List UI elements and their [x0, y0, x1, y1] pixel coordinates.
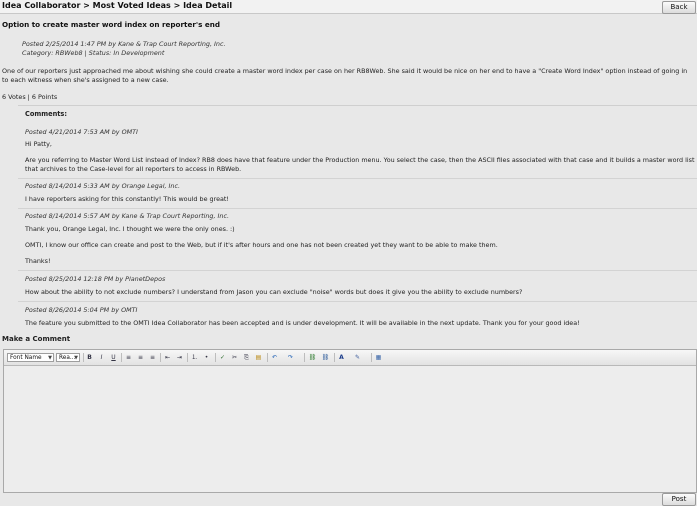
insert-image-icon[interactable]: ▦ [374, 353, 383, 362]
underline-icon[interactable]: U [109, 353, 118, 362]
make-comment-heading: Make a Comment [2, 335, 71, 343]
comments-heading: Comments: [25, 110, 67, 118]
comment-divider [18, 208, 697, 209]
align-left-icon[interactable]: ≡ [124, 353, 133, 362]
italic-icon[interactable]: I [97, 353, 106, 362]
comment-divider [18, 270, 697, 271]
cut-icon[interactable]: ✂ [230, 353, 239, 362]
idea-category-status: Category: RBWeb8 | Status: In Developmen… [22, 49, 165, 57]
toolbar-separator [304, 353, 305, 362]
comment-header: Posted 8/14/2014 5:33 AM by Orange Legal… [25, 182, 181, 190]
rich-text-editor: Font Name ▼ Rea... ▼ B I U ≡ ≡ ≡ ⇤ ⇥ ⒈ •… [3, 349, 697, 493]
redo-icon[interactable]: ↷ [286, 353, 295, 362]
font-size-value: Rea... [59, 355, 76, 361]
idea-title: Option to create master word index on re… [2, 20, 220, 29]
comment-divider [18, 178, 697, 179]
font-color-icon[interactable]: A [337, 353, 346, 362]
breadcrumb: Idea Collaborator > Most Voted Ideas > I… [2, 1, 233, 10]
align-right-icon[interactable]: ≡ [148, 353, 157, 362]
copy-icon[interactable]: ⎘ [242, 353, 251, 362]
bold-icon[interactable]: B [85, 353, 94, 362]
insert-link-icon[interactable]: ⛓ [308, 353, 317, 362]
comment-divider [18, 301, 697, 302]
outdent-icon[interactable]: ⇤ [163, 353, 172, 362]
post-button[interactable]: Post [662, 493, 696, 506]
comment-text: I have reporters asking for this constan… [25, 195, 229, 203]
font-name-value: Font Name [10, 355, 42, 361]
comment-text: OMTI, I know our office can create and p… [25, 241, 498, 249]
toolbar-separator [121, 353, 122, 362]
spellcheck-icon[interactable]: ✓ [218, 353, 227, 362]
undo-icon[interactable]: ↶ [270, 353, 279, 362]
comment-text: The feature you submitted to the OMTI Id… [25, 319, 580, 327]
bullet-list-icon[interactable]: • [202, 353, 211, 362]
align-center-icon[interactable]: ≡ [136, 353, 145, 362]
idea-description: One of our reporters just approached me … [2, 67, 688, 84]
toolbar-separator [160, 353, 161, 362]
toolbar-separator [334, 353, 335, 362]
font-name-select[interactable]: Font Name ▼ [7, 353, 54, 362]
highlight-icon[interactable]: ✎ [353, 353, 362, 362]
indent-icon[interactable]: ⇥ [175, 353, 184, 362]
comment-text: Hi Patty, [25, 140, 52, 148]
toolbar-separator [267, 353, 268, 362]
chevron-down-icon: ▼ [74, 355, 78, 361]
comment-text: Are you referring to Master Word List in… [25, 156, 695, 173]
editor-toolbar: Font Name ▼ Rea... ▼ B I U ≡ ≡ ≡ ⇤ ⇥ ⒈ •… [4, 350, 696, 366]
font-size-select[interactable]: Rea... ▼ [56, 353, 80, 362]
comment-text-area[interactable] [4, 366, 696, 492]
comment-header: Posted 8/14/2014 5:57 AM by Kane & Trap … [25, 212, 230, 220]
comment-header: Posted 4/21/2014 7:53 AM by OMTI [25, 128, 138, 136]
toolbar-separator [187, 353, 188, 362]
idea-posted-info: Posted 2/25/2014 1:47 PM by Kane & Trap … [22, 40, 226, 48]
paste-icon[interactable]: ▤ [254, 353, 263, 362]
toolbar-separator [83, 353, 84, 362]
comment-header: Posted 8/26/2014 5:04 PM by OMTI [25, 306, 138, 314]
toolbar-separator [215, 353, 216, 362]
comment-header: Posted 8/25/2014 12:18 PM by PlanetDepos [25, 275, 166, 283]
chevron-down-icon: ▼ [48, 355, 52, 361]
toolbar-separator [371, 353, 372, 362]
vote-count: 6 Votes | 6 Points [2, 93, 58, 101]
comment-text: Thanks! [25, 257, 51, 265]
back-button[interactable]: Back [662, 1, 696, 14]
top-bar: Idea Collaborator > Most Voted Ideas > I… [0, 0, 697, 14]
ordered-list-icon[interactable]: ⒈ [190, 353, 199, 362]
comments-section: Comments: Posted 4/21/2014 7:53 AM by OM… [18, 105, 697, 330]
comment-text: How about the ability to not exclude num… [25, 288, 523, 296]
comment-text: Thank you, Orange Legal, Inc. I thought … [25, 225, 235, 233]
remove-link-icon[interactable]: ⛓ [321, 353, 330, 362]
